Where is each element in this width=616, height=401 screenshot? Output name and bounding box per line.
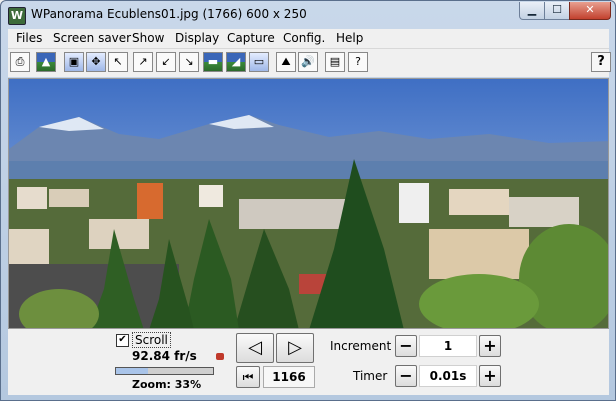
app-window: W WPanorama Ecublens01.jpg (1766) 600 x … (0, 0, 616, 401)
landscape-icon[interactable]: ⛰ (276, 52, 296, 72)
window-title: WPanorama Ecublens01.jpg (1766) 600 x 25… (31, 7, 307, 21)
fps-indicator-icon (216, 353, 224, 360)
arrow-upleft-icon[interactable]: ↖ (108, 52, 128, 72)
app-icon: W (8, 7, 26, 25)
zoom-slider-fill (116, 368, 148, 374)
arrow-upright-icon[interactable]: ↙ (156, 52, 176, 72)
fit-window-icon[interactable]: ▣ (64, 52, 84, 72)
menu-bar: Files Screen saver Show Display Capture … (8, 29, 609, 49)
title-bar: W WPanorama Ecublens01.jpg (1766) 600 x … (1, 1, 615, 29)
scroll-left-button[interactable]: ◁ (236, 333, 274, 363)
panorama-image[interactable] (8, 78, 609, 329)
toolbar: ⎙ ▲ ▣ ✥ ↖ ↗ ↙ ↘ ▬ ◢ ▭ ⛰ 🔊 ▤ ? ? (8, 49, 611, 77)
control-panel: ✔ Scroll 92.84 fr/s Zoom: 33% ◁ ▷ ⏮ 1166… (8, 329, 609, 395)
maximize-button[interactable]: ☐ (544, 2, 570, 20)
scroll-checkbox[interactable]: ✔ (116, 334, 129, 347)
position-display: 1166 (263, 366, 315, 388)
menu-help[interactable]: Help (336, 31, 363, 45)
sound-icon[interactable]: 🔊 (298, 52, 318, 72)
timer-value[interactable]: 0.01s (419, 365, 477, 387)
arrow-downright-icon[interactable]: ↘ (179, 52, 199, 72)
timer-plus-button[interactable]: + (479, 365, 501, 387)
frame-rate: 92.84 fr/s (132, 349, 197, 363)
increment-plus-button[interactable]: + (479, 335, 501, 357)
menu-capture[interactable]: Capture (227, 31, 275, 45)
help-button[interactable]: ? (591, 52, 611, 72)
increment-minus-button[interactable]: − (395, 335, 417, 357)
arrow-downleft-icon[interactable]: ↗ (133, 52, 153, 72)
close-button[interactable]: ✕ (569, 2, 611, 20)
panorama-strip-icon[interactable]: ▭ (249, 52, 269, 72)
menu-screen-saver[interactable]: Screen saver (53, 31, 131, 45)
go-start-button[interactable]: ⏮ (236, 366, 260, 388)
scroll-label[interactable]: Scroll (132, 332, 171, 348)
menu-files[interactable]: Files (16, 31, 42, 45)
menu-config[interactable]: Config. (283, 31, 325, 45)
timer-label: Timer (353, 369, 388, 383)
help-book-icon[interactable]: ? (348, 52, 368, 72)
zoom-slider[interactable] (115, 367, 214, 375)
increment-value[interactable]: 1 (419, 335, 477, 357)
menu-display[interactable]: Display (175, 31, 219, 45)
timer-minus-button[interactable]: − (395, 365, 417, 387)
menu-show[interactable]: Show (132, 31, 164, 45)
open-file-icon[interactable]: ⎙ (10, 52, 30, 72)
panorama-view-icon[interactable]: ▬ (203, 52, 223, 72)
panorama-scene (9, 79, 608, 328)
scroll-right-button[interactable]: ▷ (276, 333, 314, 363)
move-icon[interactable]: ✥ (86, 52, 106, 72)
minimize-button[interactable]: ▁ (519, 2, 545, 20)
picture-icon[interactable]: ▲ (36, 52, 56, 72)
panorama-wide-icon[interactable]: ◢ (226, 52, 246, 72)
increment-label: Increment (330, 339, 392, 353)
book-icon[interactable]: ▤ (325, 52, 345, 72)
zoom-label: Zoom: 33% (132, 378, 202, 391)
